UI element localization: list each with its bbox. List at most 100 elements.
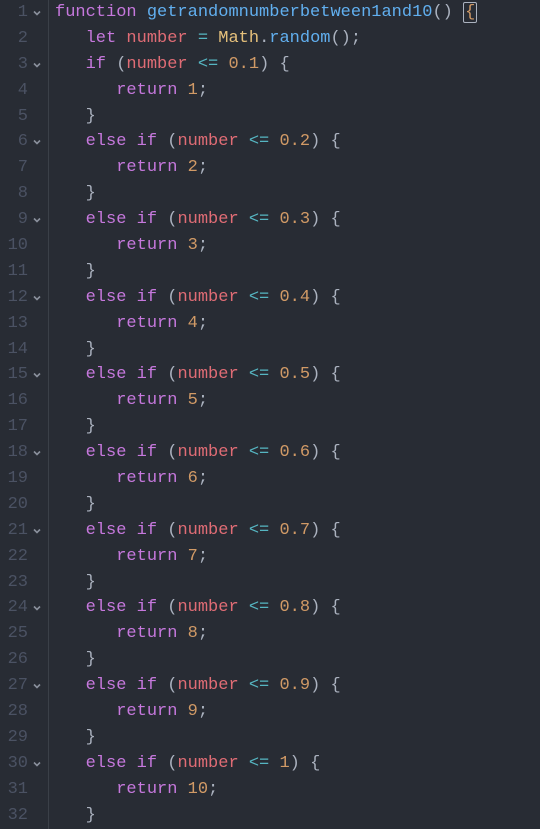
fold-toggle-icon[interactable] [28, 136, 46, 148]
fold-toggle-icon[interactable] [28, 59, 46, 71]
identifier: number [177, 443, 238, 462]
gutter-line: 15 [0, 362, 48, 388]
number-literal: 0.7 [279, 521, 310, 540]
paren: ) [290, 754, 300, 773]
gutter-line: 11 [0, 259, 48, 285]
function-name: getrandomnumberbetween1and10 [147, 3, 433, 22]
code-line[interactable]: else if (number <= 0.6) { [55, 440, 540, 466]
code-line[interactable]: return 7; [55, 544, 540, 570]
code-line[interactable]: } [55, 492, 540, 518]
code-line[interactable]: else if (number <= 0.7) { [55, 518, 540, 544]
code-line[interactable]: return 5; [55, 388, 540, 414]
code-line[interactable]: return 8; [55, 621, 540, 647]
code-line[interactable]: } [55, 725, 540, 751]
line-number: 6 [8, 129, 28, 155]
code-line[interactable]: else if (number <= 0.4) { [55, 285, 540, 311]
code-line[interactable]: } [55, 414, 540, 440]
gutter-line: 22 [0, 544, 48, 570]
code-line[interactable]: return 9; [55, 699, 540, 725]
gutter-line: 1 [0, 0, 48, 26]
line-number: 11 [8, 259, 28, 285]
code-line[interactable]: } [55, 337, 540, 363]
parens: () [432, 3, 452, 22]
operator-cmp: <= [249, 288, 269, 307]
brace: { [330, 288, 340, 307]
code-line[interactable]: return 3; [55, 233, 540, 259]
code-line[interactable]: let number = Math.random(); [55, 26, 540, 52]
code-line[interactable]: return 6; [55, 466, 540, 492]
line-number: 32 [8, 803, 28, 829]
fold-toggle-icon[interactable] [28, 214, 46, 226]
paren: ( [167, 288, 177, 307]
keyword-else: else [86, 521, 127, 540]
identifier: number [177, 132, 238, 151]
fold-toggle-icon[interactable] [28, 758, 46, 770]
code-editor[interactable]: 1234567891011121314151617181920212223242… [0, 0, 540, 829]
code-line[interactable]: else if (number <= 0.3) { [55, 207, 540, 233]
semi: ; [198, 702, 208, 721]
brace-close: } [86, 728, 96, 747]
code-line[interactable]: else if (number <= 0.9) { [55, 673, 540, 699]
code-line[interactable]: } [55, 647, 540, 673]
number-literal: 2 [188, 158, 198, 177]
code-line[interactable]: } [55, 570, 540, 596]
keyword-return: return [116, 81, 177, 100]
operator-cmp: <= [249, 365, 269, 384]
number-literal: 0.6 [279, 443, 310, 462]
fold-toggle-icon[interactable] [28, 680, 46, 692]
operator-cmp: <= [249, 443, 269, 462]
line-number: 1 [8, 0, 28, 26]
number-literal: 3 [188, 236, 198, 255]
gutter-line: 30 [0, 751, 48, 777]
code-line[interactable]: } [55, 181, 540, 207]
paren: ) [310, 210, 320, 229]
brace: { [279, 55, 289, 74]
fold-toggle-icon[interactable] [28, 7, 46, 19]
paren: ( [167, 521, 177, 540]
fold-toggle-icon[interactable] [28, 602, 46, 614]
fold-toggle-icon[interactable] [28, 369, 46, 381]
code-line[interactable]: else if (number <= 0.5) { [55, 362, 540, 388]
line-number: 24 [8, 595, 28, 621]
code-line[interactable]: else if (number <= 0.8) { [55, 595, 540, 621]
semi: ; [198, 81, 208, 100]
line-number: 16 [8, 388, 28, 414]
code-line[interactable]: } [55, 259, 540, 285]
code-line[interactable]: } [55, 803, 540, 829]
paren: ( [167, 365, 177, 384]
semi: ; [198, 469, 208, 488]
number-literal: 4 [188, 314, 198, 333]
number-literal: 0.8 [279, 598, 310, 617]
code-line[interactable]: return 10; [55, 777, 540, 803]
paren: ( [167, 443, 177, 462]
code-line[interactable]: } [55, 104, 540, 130]
fold-toggle-icon[interactable] [28, 525, 46, 537]
paren: ( [167, 598, 177, 617]
line-number: 27 [8, 673, 28, 699]
code-line[interactable]: if (number <= 0.1) { [55, 52, 540, 78]
line-number: 7 [8, 155, 28, 181]
identifier: number [177, 676, 238, 695]
code-area[interactable]: function getrandomnumberbetween1and10() … [48, 0, 540, 829]
code-line[interactable]: else if (number <= 1) { [55, 751, 540, 777]
line-number: 12 [8, 285, 28, 311]
line-number: 25 [8, 621, 28, 647]
semi: ; [198, 314, 208, 333]
keyword-return: return [116, 314, 177, 333]
paren: ( [167, 754, 177, 773]
operator-cmp: <= [249, 754, 269, 773]
code-line[interactable]: return 4; [55, 311, 540, 337]
number-literal: 8 [188, 624, 198, 643]
fold-toggle-icon[interactable] [28, 292, 46, 304]
line-number: 8 [8, 181, 28, 207]
code-line[interactable]: function getrandomnumberbetween1and10() … [55, 0, 540, 26]
method-random: random [269, 29, 330, 48]
parens-semi: (); [330, 29, 361, 48]
code-line[interactable]: return 1; [55, 78, 540, 104]
fold-toggle-icon[interactable] [28, 447, 46, 459]
dot: . [259, 29, 269, 48]
gutter-line: 19 [0, 466, 48, 492]
code-line[interactable]: else if (number <= 0.2) { [55, 129, 540, 155]
code-line[interactable]: return 2; [55, 155, 540, 181]
identifier: number [177, 288, 238, 307]
